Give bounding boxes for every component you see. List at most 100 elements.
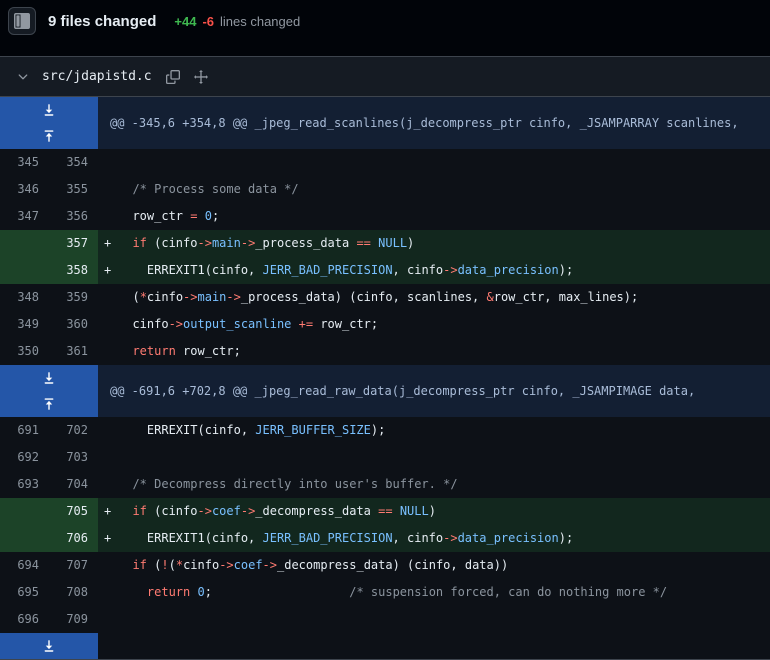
old-line-number[interactable] [0,257,49,284]
new-line-number[interactable]: 360 [49,311,98,338]
expand-down-button[interactable] [0,365,98,391]
lines-changed-label: lines changed [220,14,300,29]
expand-up-button[interactable] [0,391,98,417]
context-line-row: 350361 return row_ctr; [0,338,770,365]
file-header: src/jdapistd.c [0,57,770,97]
code-segment: == [356,236,370,250]
new-line-number[interactable]: 703 [49,444,98,471]
code-segment: ; [205,585,350,599]
code-segment: -> [183,290,197,304]
code-segment: ) [429,504,436,518]
context-line-row: 345354 [0,149,770,176]
new-line-number[interactable]: 359 [49,284,98,311]
file-tree-toggle-button[interactable] [8,7,36,35]
code-segment: data_precision [458,531,559,545]
code-segment: ERREXIT(cinfo, [118,423,255,437]
context-line-row: 349360 cinfo->output_scanline += row_ctr… [0,311,770,338]
code-segment: coef [234,558,263,572]
code-segment: _decompress_data) (cinfo, data)) [277,558,508,572]
code-segment [118,585,147,599]
file-path[interactable]: src/jdapistd.c [42,69,152,84]
context-line-row: 696709 [0,606,770,633]
old-line-number[interactable]: 694 [0,552,49,579]
sidebar-icon [14,13,30,29]
new-line-number[interactable]: 707 [49,552,98,579]
code-segment [291,317,298,331]
code-segment: row_ctr [118,209,190,223]
old-line-number[interactable] [0,525,49,552]
old-line-number[interactable]: 345 [0,149,49,176]
context-line-row: 347356 row_ctr = 0; [0,203,770,230]
expand-button-group [0,633,98,659]
code-segment: row_ctr, max_lines); [494,290,639,304]
old-line-number[interactable]: 696 [0,606,49,633]
diff-summary-header: 9 files changed +44 -6 lines changed [0,0,770,42]
expand-button-group [0,97,98,149]
code-segment: if [132,236,146,250]
expand-down-button[interactable] [0,633,98,659]
collapse-file-button[interactable] [10,64,36,90]
code-segment: ; [212,209,219,223]
code-segment: /* Process some data */ [118,182,299,196]
new-line-number[interactable]: 704 [49,471,98,498]
hunk-header-text: @@ -345,6 +354,8 @@ _jpeg_read_scanlines… [98,97,770,149]
old-line-number[interactable] [0,498,49,525]
diff-marker [104,203,118,230]
code-segment: _decompress_data [255,504,378,518]
new-line-number[interactable]: 705 [49,498,98,525]
new-line-number[interactable]: 354 [49,149,98,176]
code-segment: -> [241,236,255,250]
code-segment: ERREXIT1(cinfo, [118,263,263,277]
new-line-number[interactable]: 702 [49,417,98,444]
expand-down-button[interactable] [0,97,98,123]
diff-table: @@ -345,6 +354,8 @@ _jpeg_read_scanlines… [0,97,770,659]
new-line-number[interactable]: 706 [49,525,98,552]
old-line-number[interactable]: 348 [0,284,49,311]
code-segment: += [299,317,313,331]
copy-path-button[interactable] [160,64,186,90]
code-segment: cinfo [183,558,219,572]
code-segment: ); [559,263,573,277]
code-line: /* Decompress directly into user's buffe… [98,471,770,498]
fold-up-icon [42,397,56,411]
diff-marker [104,552,118,579]
new-line-number[interactable]: 361 [49,338,98,365]
diff-marker [104,471,118,498]
new-line-number[interactable]: 709 [49,606,98,633]
code-segment: -> [219,558,233,572]
context-line-row: 693704 /* Decompress directly into user'… [0,471,770,498]
diff-marker: + [104,230,118,257]
code-segment: ! [161,558,168,572]
code-line: + if (cinfo->main->_process_data == NULL… [98,230,770,257]
old-line-number[interactable]: 346 [0,176,49,203]
new-line-number[interactable]: 357 [49,230,98,257]
context-line-row: 348359 (*cinfo->main->_process_data) (ci… [0,284,770,311]
file-diff-panel: src/jdapistd.c @@ -345,6 +354,8 @@ _jpeg… [0,56,770,660]
code-segment: * [176,558,183,572]
code-line: return row_ctr; [98,338,770,365]
old-line-number[interactable]: 347 [0,203,49,230]
old-line-number[interactable]: 691 [0,417,49,444]
code-segment: if [132,558,146,572]
code-segment: ); [559,531,573,545]
old-line-number[interactable]: 695 [0,579,49,606]
old-line-number[interactable]: 349 [0,311,49,338]
drag-handle[interactable] [188,64,214,90]
new-line-number[interactable]: 355 [49,176,98,203]
code-line: return 0; /* suspension forced, can do n… [98,579,770,606]
new-line-number[interactable]: 708 [49,579,98,606]
new-line-number[interactable]: 356 [49,203,98,230]
new-line-number[interactable]: 358 [49,257,98,284]
added-line-row: 705+ if (cinfo->coef->_decompress_data =… [0,498,770,525]
code-line [98,606,770,633]
expand-up-button[interactable] [0,123,98,149]
hunk-header-text: @@ -691,6 +702,8 @@ _jpeg_read_raw_data(… [98,365,770,417]
old-line-number[interactable]: 350 [0,338,49,365]
code-line: if (!(*cinfo->coef->_decompress_data) (c… [98,552,770,579]
old-line-number[interactable] [0,230,49,257]
old-line-number[interactable]: 693 [0,471,49,498]
old-line-number[interactable]: 692 [0,444,49,471]
code-segment: cinfo [118,317,169,331]
code-segment: -> [226,290,240,304]
diff-marker [104,176,118,203]
